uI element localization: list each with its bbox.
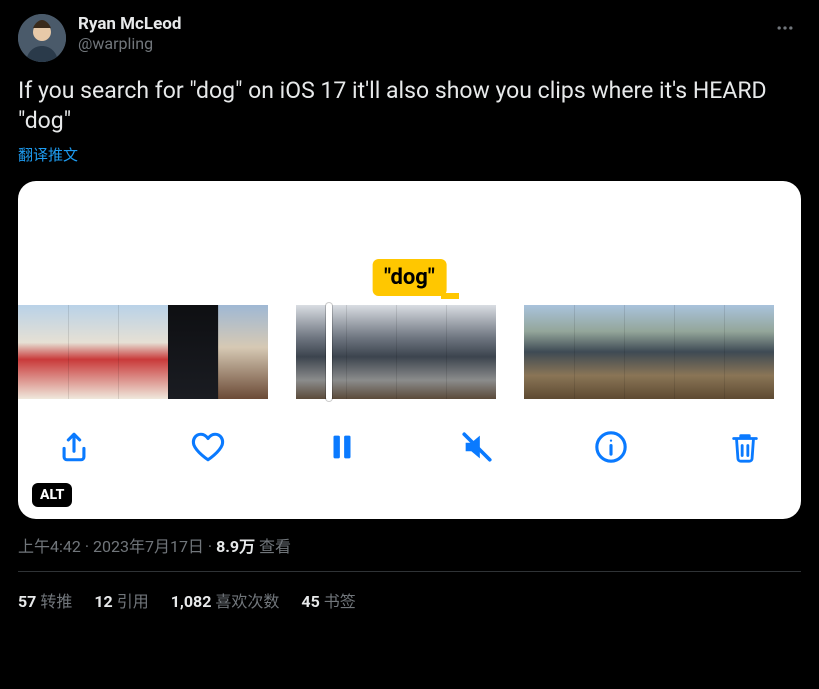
date[interactable]: 2023年7月17日 [93,537,204,556]
heart-icon[interactable] [188,427,228,467]
timestamp[interactable]: 上午4:42 [18,537,81,556]
info-icon[interactable] [591,427,631,467]
tweet-container: Ryan McLeod @warpling If you search for … [0,0,819,612]
bookmarks-stat[interactable]: 45书签 [301,588,355,612]
video-frame [18,305,68,399]
video-frame [446,305,496,399]
video-frame [574,305,624,399]
pause-icon[interactable] [322,427,362,467]
likes-stat[interactable]: 1,082喜欢次数 [171,588,280,612]
mute-icon[interactable] [457,427,497,467]
clip-group[interactable] [18,305,268,399]
video-frame [524,305,574,399]
share-icon[interactable] [54,427,94,467]
views-count: 8.9万 [216,537,255,556]
avatar[interactable] [18,14,66,62]
author-name-block[interactable]: Ryan McLeod @warpling [78,14,181,54]
caption-indicator [441,293,459,299]
stats-row: 57转推 12引用 1,082喜欢次数 45书签 [18,572,801,612]
video-frame [68,305,118,399]
video-frame [168,305,218,399]
video-frame [674,305,724,399]
translate-link[interactable]: 翻译推文 [18,144,78,165]
quotes-stat[interactable]: 12引用 [94,588,148,612]
video-frame [624,305,674,399]
media-card[interactable]: "dog" [18,181,801,519]
video-frame [218,305,268,399]
caption-tag: "dog" [372,259,447,296]
trash-icon[interactable] [725,427,765,467]
video-frame [296,305,346,399]
video-frame [724,305,774,399]
playhead[interactable] [326,303,332,401]
display-name: Ryan McLeod [78,14,181,34]
filmstrip[interactable] [18,305,801,399]
user-handle: @warpling [78,34,181,53]
clip-group[interactable] [524,305,774,399]
tweet-header: Ryan McLeod @warpling [18,14,801,62]
media-toolbar [18,419,801,475]
views-label: 查看 [255,537,291,556]
video-frame [346,305,396,399]
more-icon[interactable] [769,14,801,47]
video-frame [396,305,446,399]
meta-row: 上午4:42 · 2023年7月17日 · 8.9万 查看 [18,533,801,557]
tweet-text: If you search for "dog" on iOS 17 it'll … [18,76,801,136]
retweets-stat[interactable]: 57转推 [18,588,72,612]
alt-badge[interactable]: ALT [32,483,72,507]
video-frame [118,305,168,399]
